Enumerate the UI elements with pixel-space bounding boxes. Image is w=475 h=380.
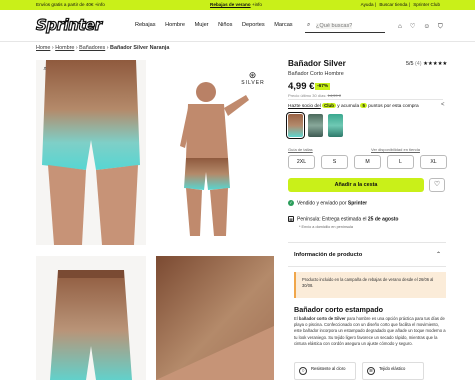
product-info-accordion-header[interactable]: Información de producto: [294, 252, 362, 258]
summer-sale-link[interactable]: Rebajas de verano +info: [210, 0, 262, 10]
product-price: 4,99 €: [288, 81, 315, 92]
seller-name: Sprinter: [347, 200, 368, 207]
breadcrumb-hombre[interactable]: Hombre: [55, 45, 74, 51]
club-banner: Hazte socio del Club y acumula 5 puntos …: [288, 103, 419, 109]
discount-badge: -67%: [315, 83, 331, 90]
header-icons: ⌂ ♡ ☺ ⛉: [398, 22, 449, 31]
nav-marcas[interactable]: Marcas: [274, 22, 292, 28]
wishlist-heart-icon[interactable]: ♡: [429, 178, 445, 192]
product-image-shorts[interactable]: [36, 256, 146, 380]
rating-score: 5/5: [406, 61, 414, 67]
nav-hombre[interactable]: Hombre: [165, 22, 185, 28]
model-illustration: [156, 60, 274, 245]
chevron-up-icon[interactable]: ⌃: [436, 251, 441, 258]
size-guide-link[interactable]: Guía de tallas: [288, 147, 313, 152]
delivery-note: * Envío a domicilio en península: [299, 225, 354, 229]
nav-rebajas[interactable]: Rebajas: [135, 22, 156, 28]
store-icon[interactable]: ⌂: [398, 23, 402, 30]
heart-icon[interactable]: ♡: [410, 23, 416, 30]
product-rating[interactable]: 5/5 (4) ★★★★★: [406, 61, 447, 67]
main-nav: Rebajas Hombre Mujer Niños Deportes Marc…: [135, 22, 301, 28]
size-option-l[interactable]: L: [387, 155, 414, 169]
help-link[interactable]: Ayuda: [361, 2, 374, 7]
club-points: 5: [360, 103, 367, 108]
detail-illustration: [156, 256, 274, 380]
previous-price: Precio último 30 días: 14,99 €: [288, 93, 341, 98]
product-image-legs[interactable]: ⌕: [36, 60, 146, 245]
rating-stars: ★★★★★: [423, 61, 448, 67]
divider: [288, 99, 443, 100]
delivery-date: 25 de agosto: [367, 216, 399, 223]
drop-icon: ○: [299, 367, 307, 375]
divider: [288, 266, 446, 267]
nav-ninos[interactable]: Niños: [218, 22, 232, 28]
product-image-model[interactable]: ⊛ SILVER: [156, 60, 274, 245]
calendar-icon: ▦: [288, 216, 294, 222]
zoom-icon[interactable]: ⌕: [40, 64, 50, 74]
user-icon[interactable]: ☺: [423, 23, 430, 30]
shorts-illustration: [36, 256, 146, 380]
product-image-detail[interactable]: [156, 256, 274, 380]
sold-by-info: ✓ Vendido y enviado por Sprinter: [288, 200, 368, 207]
feature-chlorine-resistant: ○ Resistente al cloro: [294, 362, 356, 380]
color-thumb-verde[interactable]: [308, 114, 323, 137]
color-thumb-turquesa[interactable]: [328, 114, 343, 137]
sale-notice: Producto incluido en la campaña de rebaj…: [294, 272, 446, 298]
divider: [288, 242, 446, 243]
feature-elastic-fabric: ≋ Tejido elástico: [362, 362, 424, 380]
cart-icon[interactable]: ⛉: [438, 23, 443, 30]
size-option-m[interactable]: M: [354, 155, 381, 169]
product-subtitle: Bañador Corto Hombre: [288, 71, 344, 77]
search-icon: ⌕: [307, 22, 311, 28]
fabric-icon: ≋: [367, 367, 375, 375]
nav-deportes[interactable]: Deportes: [242, 22, 265, 28]
size-option-s[interactable]: S: [321, 155, 348, 169]
free-shipping-link[interactable]: Envíos gratis a partir de 40€ +info: [36, 0, 105, 10]
brand-logo-mark: ⊛: [248, 70, 258, 80]
description-heading: Bañador corto estampado: [294, 305, 384, 314]
brand-logo: ⊛ SILVER: [238, 70, 268, 86]
breadcrumb-home[interactable]: Home: [36, 45, 50, 51]
legs-illustration: [36, 60, 146, 245]
club-join-link[interactable]: Hazte socio del: [288, 104, 321, 109]
sprinter-club-link[interactable]: Sprinter Club: [413, 2, 440, 7]
add-to-cart-button[interactable]: Añadir a la cesta: [288, 178, 424, 192]
delivery-estimate: ▦ Península: Entrega estimada el 25 de ag…: [288, 216, 399, 223]
search-placeholder: ¿Qué buscas?: [316, 23, 353, 29]
search-input[interactable]: ⌕ ¿Qué buscas?: [305, 19, 385, 33]
promo-links: Ayuda | Buscar tienda | Sprinter Club: [360, 2, 440, 7]
share-icon[interactable]: <: [441, 102, 445, 108]
sprinter-logo[interactable]: Sprinter: [35, 15, 102, 34]
product-title: Bañador Silver: [288, 59, 346, 68]
nav-mujer[interactable]: Mujer: [195, 22, 209, 28]
store-availability-link[interactable]: Ver disponibilidad en tienda: [371, 147, 420, 152]
description-text: El bañador corto de Silver para hombre e…: [294, 316, 446, 346]
breadcrumb-banadores[interactable]: Bañadores: [79, 45, 105, 51]
truck-icon: ✓: [288, 200, 294, 206]
site-header: Sprinter Rebajas Hombre Mujer Niños Depo…: [0, 10, 475, 42]
breadcrumb: Home › Hombre › Bañadores › Bañador Silv…: [36, 45, 170, 51]
promo-bar: Envíos gratis a partir de 40€ +info Reba…: [0, 0, 475, 10]
size-option-2xl[interactable]: 2XL: [288, 155, 315, 169]
color-thumb-naranja[interactable]: [286, 112, 305, 139]
store-finder-link[interactable]: Buscar tienda: [379, 2, 407, 7]
brand-logo-text: SILVER: [241, 80, 265, 86]
club-badge: Club: [322, 103, 336, 108]
breadcrumb-current: Bañador Silver Naranja: [110, 45, 170, 51]
size-option-xl[interactable]: XL: [420, 155, 447, 169]
rating-count: (4): [415, 61, 422, 67]
